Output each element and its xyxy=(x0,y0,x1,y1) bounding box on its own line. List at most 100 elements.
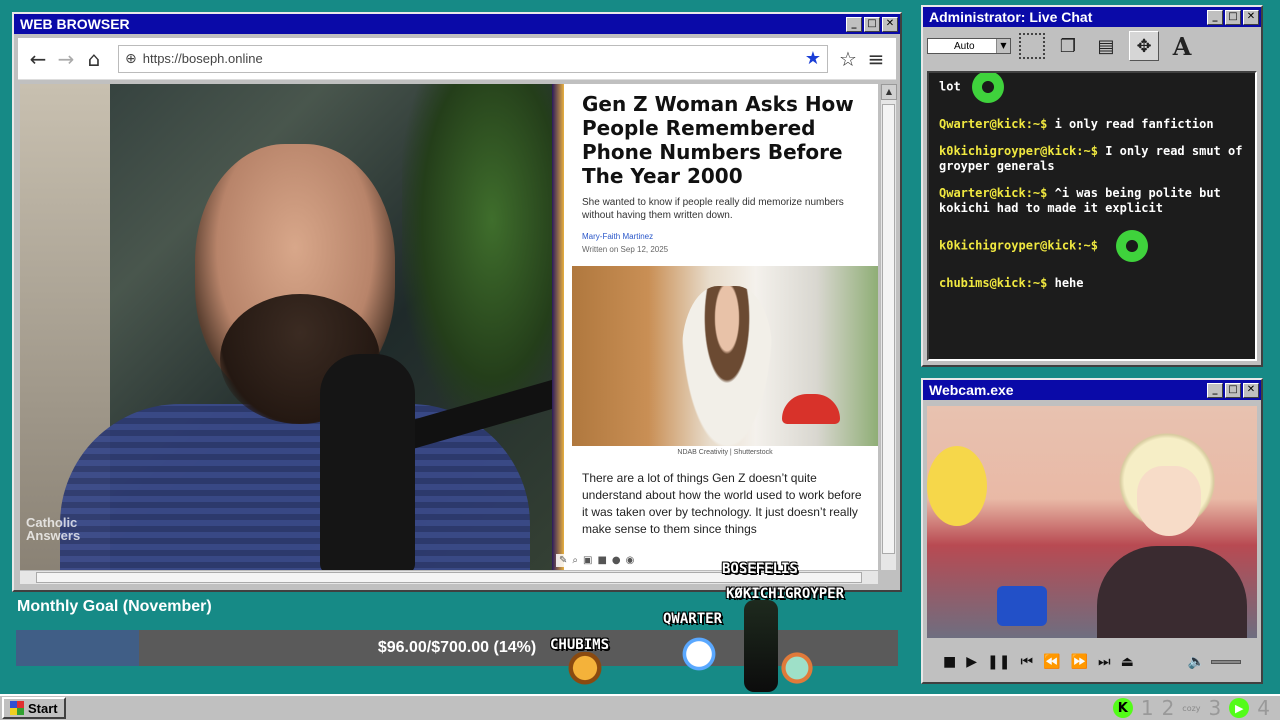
video-icon[interactable]: ■ xyxy=(597,555,606,566)
skip-forward-icon[interactable]: ⏭ xyxy=(1098,654,1111,670)
minimize-button[interactable]: _ xyxy=(1207,9,1223,25)
select-icon[interactable] xyxy=(1019,33,1045,59)
viewer-name-kokichi: KØKICHIGROYPER xyxy=(726,586,845,602)
kick-logo-icon[interactable]: K xyxy=(1112,698,1133,718)
chat-toolbar: Auto ▼ ❐ ▤ ✥ A xyxy=(923,27,1261,65)
chat-message: k0kichigroyper@kick:~$ xyxy=(939,228,1255,264)
browser-navbar: ← → ⌂ ⊕ https://boseph.online ★ ☆ ≡ xyxy=(18,38,896,80)
chat-username[interactable]: k0kichigroyper@kick:~$ xyxy=(939,239,1098,253)
chat-username[interactable]: k0kichigroyper@kick:~$ xyxy=(939,144,1098,158)
kokichi-sprite xyxy=(744,600,778,692)
speaker-icon[interactable]: 🔈 xyxy=(1188,654,1205,670)
avatar-face-image xyxy=(1137,466,1201,536)
eject-icon[interactable]: ⏏ xyxy=(1121,654,1134,670)
tray-number-1[interactable]: 1 xyxy=(1141,696,1154,720)
scroll-up-icon[interactable]: ▲ xyxy=(881,84,897,100)
menu-icon[interactable]: ≡ xyxy=(862,45,890,73)
webcam-titlebar[interactable]: Webcam.exe _ □ ✕ xyxy=(923,380,1261,400)
chat-username[interactable]: chubims@kick:~$ xyxy=(939,276,1047,290)
tray-number-3[interactable]: 3 xyxy=(1209,696,1222,720)
maximize-button[interactable]: □ xyxy=(864,16,880,32)
chat-message: Qwarter@kick:~$ i only read fanfiction xyxy=(939,117,1255,132)
chat-username[interactable]: Qwarter@kick:~$ xyxy=(939,117,1047,131)
play-circle-icon[interactable]: ▶ xyxy=(1229,698,1250,718)
search-icon[interactable]: ⌕ xyxy=(572,555,578,566)
chat-window: Administrator: Live Chat _ □ ✕ Auto ▼ ❐ … xyxy=(921,5,1263,367)
qwarter-sprite xyxy=(682,636,716,676)
chat-message: Qwarter@kick:~$ ^i was being polite but … xyxy=(939,186,1255,216)
laughing-emote-icon xyxy=(1113,228,1152,264)
article-image xyxy=(572,266,878,446)
bookmark-star-icon[interactable]: ★ xyxy=(805,48,821,69)
woman-image xyxy=(682,286,772,446)
forward-icon[interactable]: → xyxy=(52,45,80,73)
article-body: There are a lot of things Gen Z doesn’t … xyxy=(582,471,862,536)
windows-logo-icon xyxy=(10,701,24,715)
pause-icon[interactable]: ❚❚ xyxy=(987,654,1010,670)
chat-log[interactable]: lot Qwarter@kick:~$ i only read fanfictio… xyxy=(927,71,1257,361)
goal-label: Monthly Goal (November) xyxy=(17,598,212,615)
copy-icon[interactable]: ❐ xyxy=(1053,31,1083,61)
home-icon[interactable]: ⌂ xyxy=(80,45,108,73)
chat-text: i only read fanfiction xyxy=(1054,117,1214,131)
browser-window: WEB BROWSER _ □ ✕ ← → ⌂ ⊕ https://boseph… xyxy=(12,12,902,592)
font-icon[interactable]: A xyxy=(1167,31,1197,61)
address-bar[interactable]: ⊕ https://boseph.online ★ xyxy=(118,44,828,73)
move-icon[interactable]: ✥ xyxy=(1129,31,1159,61)
maximize-button[interactable]: □ xyxy=(1225,9,1241,25)
chat-text: lot xyxy=(939,79,961,94)
rewind-icon[interactable]: ⏪ xyxy=(1043,654,1060,670)
maximize-button[interactable]: □ xyxy=(1225,382,1241,398)
article-title: Gen Z Woman Asks How People Remembered P… xyxy=(582,92,854,188)
minimize-button[interactable]: _ xyxy=(1207,382,1223,398)
chat-text: hehe xyxy=(1054,276,1084,290)
chevron-down-icon[interactable]: ▼ xyxy=(996,39,1010,53)
chat-icon[interactable]: ● xyxy=(612,555,621,566)
favorites-star-icon[interactable]: ☆ xyxy=(834,45,862,73)
red-phone-image xyxy=(782,394,840,424)
close-button[interactable]: ✕ xyxy=(882,16,898,32)
browser-titlebar[interactable]: WEB BROWSER _ □ ✕ xyxy=(14,14,900,34)
back-icon[interactable]: ← xyxy=(24,45,52,73)
play-icon[interactable]: ▶ xyxy=(966,654,977,670)
share-icon[interactable]: ◉ xyxy=(626,555,635,566)
chubims-sprite xyxy=(568,652,602,692)
media-controls: ■ ▶ ❚❚ ⏮ ⏪ ⏩ ⏭ ⏏ 🔈 xyxy=(927,644,1257,680)
annotation-toolbar: ✎ ⌕ ▣ ■ ● ◉ xyxy=(556,554,638,567)
chat-username[interactable]: Qwarter@kick:~$ xyxy=(939,186,1047,200)
cozy-label: cozy xyxy=(1182,703,1201,713)
article-date: Written on Sep 12, 2025 xyxy=(582,245,669,254)
close-button[interactable]: ✕ xyxy=(1243,382,1259,398)
article-author[interactable]: Mary-Faith Martinez xyxy=(582,232,878,241)
skip-back-icon[interactable]: ⏮ xyxy=(1020,654,1033,670)
vertical-scrollbar[interactable]: ▲ xyxy=(880,84,897,570)
start-label: Start xyxy=(28,700,58,716)
paste-icon[interactable]: ▤ xyxy=(1091,31,1121,61)
webcam-feed xyxy=(927,406,1257,638)
close-button[interactable]: ✕ xyxy=(1243,9,1259,25)
tray-number-2[interactable]: 2 xyxy=(1162,696,1175,720)
split-divider xyxy=(552,84,564,570)
start-button[interactable]: Start xyxy=(2,697,66,719)
plant-image xyxy=(402,84,552,424)
url-text: https://boseph.online xyxy=(142,51,263,66)
fast-forward-icon[interactable]: ⏩ xyxy=(1071,654,1088,670)
bosefelis-sprite xyxy=(780,650,814,690)
scroll-thumb[interactable] xyxy=(882,104,895,554)
auto-select-value: Auto xyxy=(954,40,975,52)
pen-icon[interactable]: ✎ xyxy=(559,555,567,566)
avatar-body-image xyxy=(1097,546,1247,638)
minimize-button[interactable]: _ xyxy=(846,16,862,32)
mug-image xyxy=(997,586,1047,626)
stream-video: Catholic Answers xyxy=(20,84,552,570)
volume-slider[interactable] xyxy=(1211,660,1241,664)
stop-icon[interactable]: ■ xyxy=(943,654,956,670)
tray-number-4[interactable]: 4 xyxy=(1257,696,1270,720)
auto-select[interactable]: Auto ▼ xyxy=(927,38,1011,54)
article-subtitle: She wanted to know if people really did … xyxy=(582,197,844,221)
chat-message: chubims@kick:~$ hehe xyxy=(939,276,1255,291)
image-icon[interactable]: ▣ xyxy=(583,555,592,566)
browser-title: WEB BROWSER xyxy=(20,16,130,32)
chat-titlebar[interactable]: Administrator: Live Chat _ □ ✕ xyxy=(923,7,1261,27)
image-credit: NDAB Creativity | Shutterstock xyxy=(677,449,773,456)
